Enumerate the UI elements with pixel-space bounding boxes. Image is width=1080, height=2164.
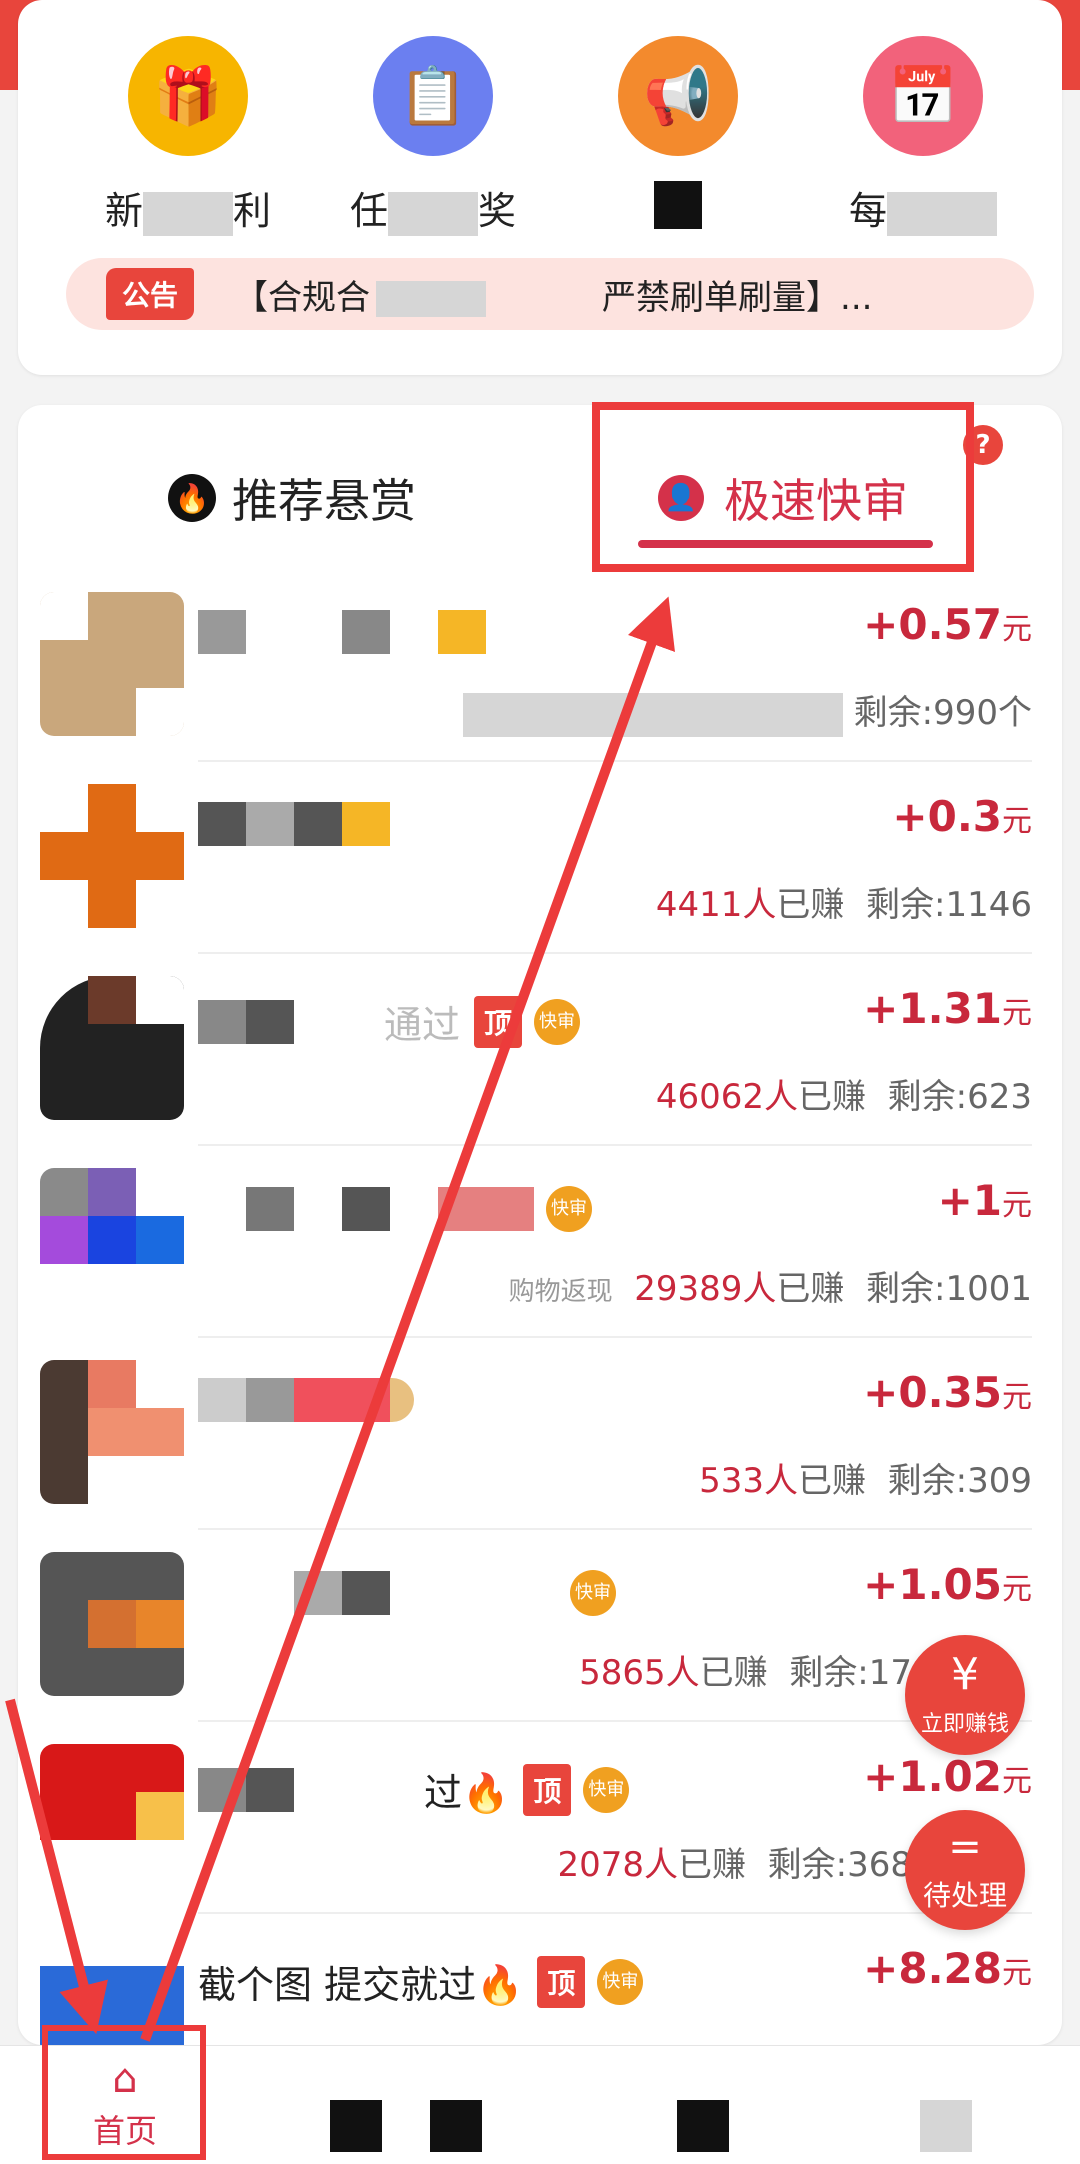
task-row[interactable]: 快审 +1元 购物返现 29389人已赚 剩余:1001 (18, 1146, 1062, 1338)
task-reward: +0.35元 (863, 1368, 1032, 1417)
tab-recommend-label: 推荐悬赏 (232, 474, 416, 528)
equals-icon: = (948, 1824, 982, 1870)
task-avatar (40, 592, 184, 736)
task-avatar (40, 1360, 184, 1504)
task-row[interactable]: 通过 顶 快审 +1.31元 46062人已赚 剩余:623 (18, 954, 1062, 1146)
task-reward: +1.05元 (863, 1560, 1032, 1609)
task-title: 快审 (198, 1570, 616, 1616)
annotation-highlight-fast-review (592, 402, 974, 572)
task-title (198, 610, 486, 654)
task-title: 快审 (198, 1186, 592, 1232)
top-badge: 顶 (474, 995, 523, 1048)
calendar-check-icon: 📅 (863, 36, 983, 156)
tab-recommend[interactable]: 🔥 推荐悬赏 (168, 465, 416, 531)
quick-item-daily[interactable]: 📅 每 (823, 36, 1023, 236)
quick-item-label: 每 (823, 180, 1023, 236)
earn-now-label: 立即赚钱 (920, 1712, 1009, 1737)
fast-review-badge: 快审 (583, 1766, 630, 1813)
task-reward: +1.31元 (863, 984, 1032, 1033)
task-reward: +0.57元 (863, 600, 1032, 649)
gift-box-icon: 🎁 (128, 36, 248, 156)
task-avatar (40, 1744, 184, 1888)
notice-text: 【合规合 严禁刷单刷量】... (234, 277, 873, 318)
task-meta: 2078人已赚 剩余:368 (557, 1845, 912, 1885)
nav-item-redacted[interactable] (677, 2100, 729, 2152)
nav-item-redacted[interactable] (430, 2100, 482, 2152)
task-avatar (40, 1168, 184, 1312)
task-avatar (40, 976, 184, 1120)
task-reward: +0.3元 (892, 792, 1032, 841)
quick-item-label: 任奖 (333, 180, 533, 236)
quick-item-task-reward[interactable]: 📋 任奖 (333, 36, 533, 236)
task-meta: 购物返现 29389人已赚 剩余:1001 (508, 1269, 1032, 1309)
quick-item-label: 新利 (88, 180, 288, 236)
task-meta: 4411人已赚 剩余:1146 (655, 885, 1032, 925)
flame-icon: 🔥 (168, 474, 216, 522)
task-title (198, 1378, 414, 1422)
task-title (198, 802, 390, 846)
task-row[interactable]: +0.35元 533人已赚 剩余:309 (18, 1338, 1062, 1530)
quick-item-label (578, 180, 778, 229)
notice-badge: 公告 (106, 268, 195, 320)
top-badge: 顶 (523, 1763, 572, 1816)
clipboard-icon: 📋 (373, 36, 493, 156)
task-meta: 533人已赚 剩余:309 (699, 1461, 1032, 1501)
nav-item-redacted[interactable] (330, 2100, 382, 2152)
task-avatar (40, 1552, 184, 1696)
task-reward: +1元 (937, 1176, 1032, 1225)
task-row[interactable]: +0.57元 剩余:990个 (18, 570, 1062, 762)
quick-item-announcement[interactable]: 📢 (578, 36, 778, 229)
notice-bar[interactable]: 公告 【合规合 严禁刷单刷量】... (66, 258, 1034, 330)
task-reward: +1.02元 (863, 1752, 1032, 1801)
task-reward: +8.28元 (863, 1944, 1032, 1993)
top-badge: 顶 (537, 1955, 586, 2008)
fast-review-badge: 快审 (546, 1186, 592, 1232)
task-meta: 剩余:990个 (462, 685, 1032, 737)
fast-review-badge: 快审 (534, 998, 581, 1045)
task-meta: 5865人已赚 剩余:17 (579, 1653, 912, 1693)
fast-review-badge: 快审 (570, 1570, 616, 1616)
quick-item-newbie[interactable]: 🎁 新利 (88, 36, 288, 236)
quick-actions-card: 🎁 新利 📋 任奖 📢 📅 每 公告 【合规合 严禁刷单刷量】... (18, 0, 1062, 375)
task-row[interactable]: +0.3元 4411人已赚 剩余:1146 (18, 762, 1062, 954)
task-title: 截个图 提交就过🔥 顶 快审 (198, 1954, 644, 2009)
nav-item-redacted[interactable] (920, 2100, 972, 2152)
fast-review-badge: 快审 (597, 1958, 644, 2005)
task-title: 过🔥 顶 快审 (198, 1762, 630, 1817)
pending-label: 待处理 (922, 1879, 1007, 1912)
pending-button[interactable]: = 待处理 (905, 1810, 1025, 1930)
earn-now-button[interactable]: ¥ 立即赚钱 (905, 1635, 1025, 1755)
task-title: 通过 顶 快审 (198, 994, 581, 1049)
task-meta: 46062人已赚 剩余:623 (655, 1077, 1032, 1117)
task-list-card: 🔥 推荐悬赏 👤 极速快审 ? +0.57元 剩余:990个 +0.3元 441… (18, 405, 1062, 2045)
megaphone-icon: 📢 (618, 36, 738, 156)
task-avatar (40, 784, 184, 928)
yen-icon: ¥ (951, 1649, 979, 1700)
annotation-highlight-home (42, 2025, 206, 2160)
